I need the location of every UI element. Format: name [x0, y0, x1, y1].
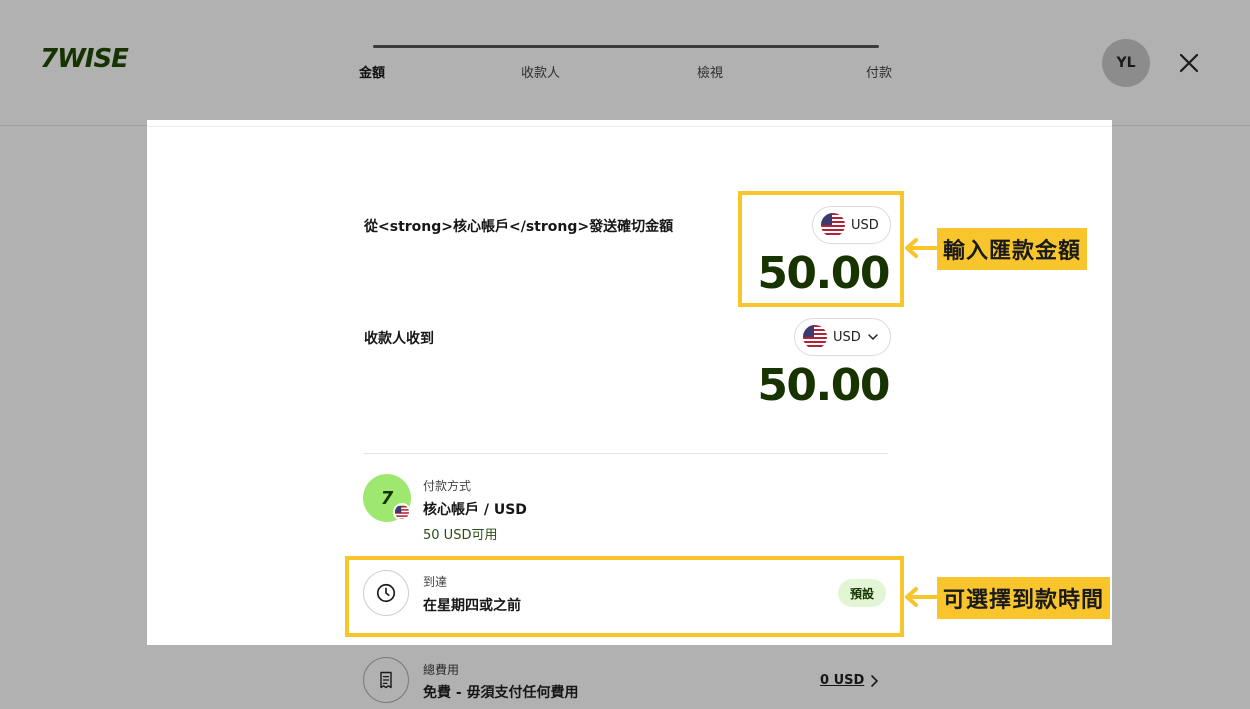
us-flag-icon: [803, 325, 827, 349]
chevron-right-icon[interactable]: [868, 674, 880, 688]
step-recipient[interactable]: 收款人: [521, 62, 560, 81]
arrival-callout: 可選擇到款時間: [937, 577, 1111, 619]
receive-currency-code: USD: [833, 329, 861, 345]
receipt-icon: [363, 657, 409, 703]
step-progress-bar: [373, 45, 879, 48]
arrow-left-icon: [905, 238, 938, 258]
arrow-left-icon: [905, 587, 938, 607]
fees-label: 總費用: [423, 663, 460, 677]
receive-label: 收款人收到: [364, 331, 434, 347]
us-flag-icon: [393, 503, 411, 521]
close-icon[interactable]: [1176, 50, 1202, 76]
fees-title: 免費 - 毋須支付任何費用: [423, 685, 579, 701]
wise-logo[interactable]: 7WISE: [40, 44, 129, 74]
step-pay[interactable]: 付款: [866, 62, 892, 81]
payment-method-title[interactable]: 核心帳戶 / USD: [423, 499, 527, 519]
arrival-highlight-box: [345, 556, 904, 637]
avatar[interactable]: YL: [1102, 39, 1150, 87]
receive-currency-selector[interactable]: USD: [794, 318, 891, 356]
panel-top-divider: [147, 126, 1112, 127]
top-header: 7WISE 金額 收款人 檢視 付款 YL: [0, 0, 1250, 126]
amount-callout: 輸入匯款金額: [937, 228, 1088, 270]
receive-amount-input[interactable]: 50.00: [747, 360, 890, 411]
send-label: 從<strong>核心帳戶</strong>發送確切金額: [364, 219, 674, 235]
fees-amount-link[interactable]: 0 USD: [820, 673, 864, 688]
fees-row[interactable]: 總費用 免費 - 毋須支付任何費用 0 USD: [0, 645, 1250, 709]
chevron-down-icon: [868, 334, 878, 341]
section-divider: [364, 453, 888, 454]
step-amount[interactable]: 金額: [359, 62, 385, 81]
amount-highlight-box: [738, 191, 904, 307]
payment-method-label: 付款方式: [423, 479, 472, 493]
step-review[interactable]: 檢視: [697, 62, 723, 81]
payment-method-balance: 50 USD可用: [423, 528, 498, 543]
